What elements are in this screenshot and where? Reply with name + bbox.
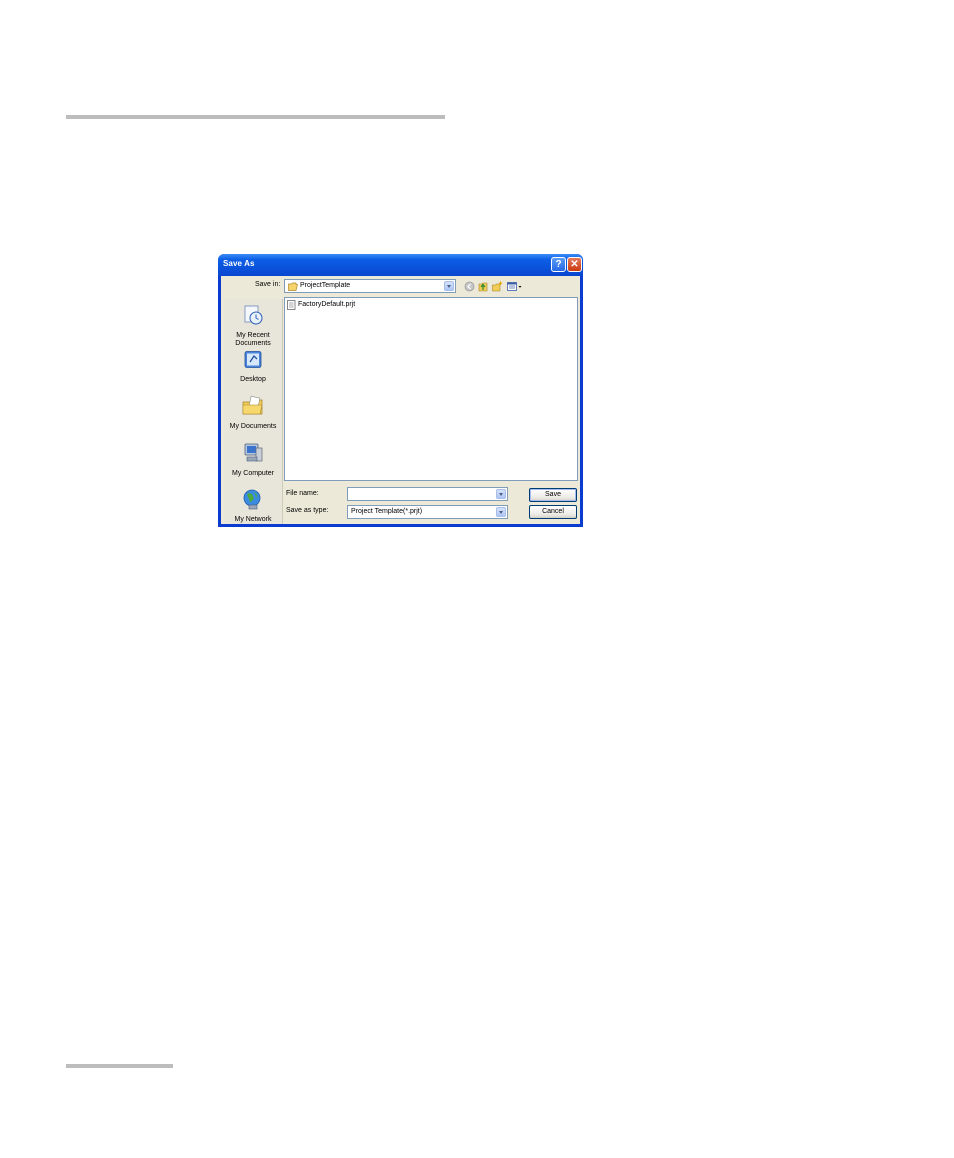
my-documents-icon [242, 395, 263, 415]
file-name: FactoryDefault.prjt [298, 301, 356, 308]
up-folder-icon[interactable] [478, 281, 489, 292]
place-label: My Recent Documents [235, 332, 271, 347]
save-as-type-label: Save as type: [286, 507, 329, 514]
place-label: My Documents [229, 423, 277, 430]
save-as-dialog: Save As ? ✕ Save in: ProjectTemplate My … [218, 254, 583, 527]
places-bar: My Recent Documents Desktop My Documents [224, 299, 283, 524]
place-recent-documents[interactable]: My Recent Documents [224, 304, 282, 348]
bottom-divider [66, 1064, 173, 1068]
desktop-icon [244, 351, 262, 368]
chevron-down-icon[interactable] [496, 507, 506, 517]
place-my-network[interactable]: My Network [224, 488, 282, 524]
back-icon[interactable] [464, 281, 475, 292]
save-in-dropdown[interactable]: ProjectTemplate [284, 279, 456, 293]
place-label: Desktop [240, 376, 266, 383]
file-name-input[interactable] [347, 487, 508, 501]
save-in-label: Save in: [255, 281, 281, 288]
my-computer-icon [244, 443, 263, 462]
file-name-label: File name: [286, 490, 319, 497]
folder-icon [288, 282, 298, 291]
chevron-down-icon[interactable] [496, 489, 506, 499]
place-desktop[interactable]: Desktop [224, 350, 282, 384]
save-button[interactable]: Save [529, 488, 577, 502]
top-divider [66, 115, 445, 119]
dialog-body: Save in: ProjectTemplate My Recent Docum… [221, 276, 580, 524]
save-as-type-value: Project Template(*.prjt) [351, 508, 423, 515]
help-button[interactable]: ? [551, 257, 566, 272]
save-as-type-dropdown[interactable]: Project Template(*.prjt) [347, 505, 508, 519]
save-in-value: ProjectTemplate [300, 282, 351, 289]
place-label: My Computer [231, 470, 274, 477]
file-list[interactable]: FactoryDefault.prjt [284, 297, 578, 481]
chevron-down-icon[interactable] [444, 281, 454, 291]
recent-documents-icon [244, 305, 263, 325]
views-menu-icon[interactable] [507, 281, 524, 292]
place-label: My Network [234, 516, 272, 523]
close-button[interactable]: ✕ [567, 257, 582, 272]
new-folder-icon[interactable] [492, 281, 503, 292]
dialog-title: Save As [223, 259, 255, 268]
document-icon [287, 300, 296, 310]
place-my-computer[interactable]: My Computer [224, 442, 282, 478]
my-network-icon [243, 489, 261, 510]
place-my-documents[interactable]: My Documents [224, 395, 282, 431]
cancel-button[interactable]: Cancel [529, 505, 577, 519]
title-bar[interactable]: Save As ? ✕ [218, 254, 583, 276]
